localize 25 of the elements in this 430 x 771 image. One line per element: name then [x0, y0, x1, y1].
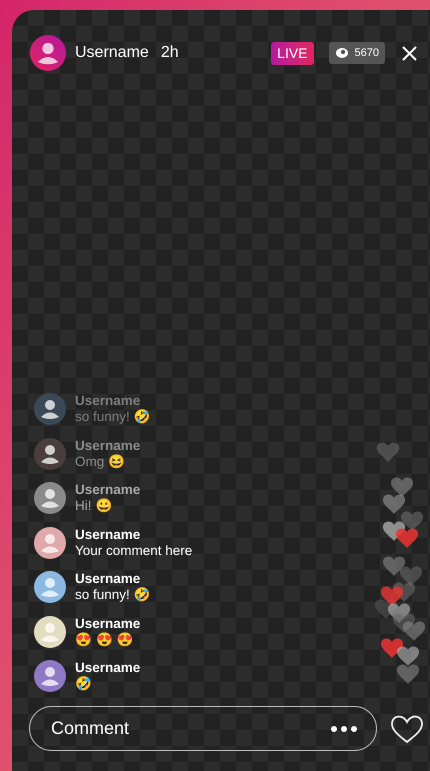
comment-text: so funny! 🤣	[75, 409, 151, 425]
avatar-icon	[30, 35, 66, 71]
time-ago: 2h	[160, 43, 179, 63]
comment-text: Your comment here	[75, 542, 192, 558]
username[interactable]: Username	[75, 41, 149, 65]
close-button[interactable]	[400, 44, 418, 62]
live-badge: LIVE	[271, 42, 314, 64]
comment-username: Username	[75, 526, 142, 542]
heart-icon[interactable]	[390, 714, 424, 744]
comment-username: Username	[75, 571, 142, 587]
eye-icon	[334, 47, 349, 59]
comment-text: Hi! 😀	[75, 498, 114, 514]
viewer-count: 5670	[354, 46, 379, 61]
comment-text: so funny! 🤣	[75, 587, 151, 603]
comment-text: 😍 😍 😍	[75, 632, 135, 648]
comment-username: Username	[75, 616, 140, 632]
comment-field[interactable]: Comment	[29, 706, 377, 751]
close-icon	[402, 46, 416, 60]
comment-text: 🤣	[75, 676, 93, 692]
comment-username: Username	[75, 438, 140, 454]
comment-username: Username	[75, 660, 140, 676]
comment-text: Omg 😆	[75, 454, 126, 470]
more-icon[interactable]	[331, 726, 357, 732]
comment-username: Username	[75, 482, 140, 498]
comment-username: Username	[75, 393, 142, 409]
